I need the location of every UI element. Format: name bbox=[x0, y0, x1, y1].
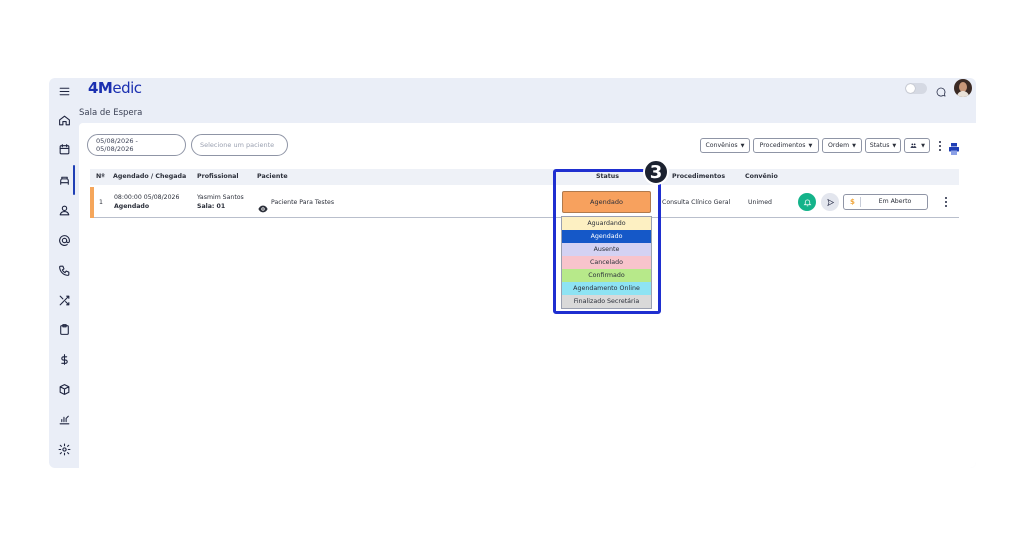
row-insurance: Unimed bbox=[748, 199, 772, 206]
header-profissional[interactable]: Profissional bbox=[197, 173, 239, 180]
home-icon[interactable] bbox=[55, 111, 73, 129]
toggle-knob bbox=[906, 84, 915, 93]
more-options-icon[interactable] bbox=[937, 140, 943, 152]
sidebar bbox=[49, 78, 79, 468]
header-procedimentos[interactable]: Procedimentos bbox=[672, 173, 725, 180]
logo-rest-text: edic bbox=[112, 79, 142, 97]
chevron-down-icon: ▼ bbox=[921, 142, 925, 149]
logo-bold-text: 4M bbox=[88, 79, 113, 97]
date-range-picker[interactable]: 05/08/2026 - 05/08/2026 bbox=[87, 134, 186, 156]
convenios-label: Convênios bbox=[705, 142, 738, 149]
eye-icon[interactable] bbox=[258, 198, 268, 213]
settings-icon[interactable] bbox=[55, 440, 73, 458]
ordem-label: Ordem bbox=[828, 142, 850, 149]
row-time: 08:00:00 05/08/2026 bbox=[114, 194, 180, 201]
row-more-options-icon[interactable] bbox=[943, 196, 949, 208]
breadcrumb: Sala de Espera bbox=[79, 108, 143, 118]
status-filter-button[interactable]: Status ▼ bbox=[865, 138, 901, 153]
avatar-body bbox=[957, 91, 969, 97]
header-paciente[interactable]: Paciente bbox=[257, 173, 288, 180]
header-agendado[interactable]: Agendado / Chegada bbox=[113, 173, 186, 180]
send-button[interactable] bbox=[821, 193, 839, 211]
tutorial-highlight-box bbox=[553, 169, 661, 314]
payment-separator bbox=[860, 197, 861, 207]
bell-icon bbox=[803, 199, 811, 206]
chevron-down-icon: ▼ bbox=[808, 142, 813, 149]
patient-icon[interactable] bbox=[55, 201, 73, 219]
table-row[interactable]: 1 08:00:00 05/08/2026 Agendado Yasmim Sa… bbox=[90, 187, 959, 218]
row-procedure: Consulta Clínico Geral bbox=[662, 199, 731, 206]
email-icon[interactable] bbox=[55, 231, 73, 249]
header-convenio[interactable]: Convênio bbox=[745, 173, 778, 180]
menu-icon[interactable] bbox=[55, 82, 73, 100]
table-header: Nº Agendado / Chegada Profissional Pacie… bbox=[90, 169, 959, 185]
top-bar: 4Medic bbox=[79, 78, 976, 100]
row-professional: Yasmim Santos bbox=[197, 194, 244, 201]
payment-status-box[interactable]: $ Em Aberto bbox=[843, 194, 928, 210]
header-num: Nº bbox=[96, 173, 105, 180]
row-status-accent bbox=[90, 187, 94, 218]
app-frame: 4Medic Sala de Espera bbox=[49, 78, 976, 468]
payment-status-label: Em Aberto bbox=[878, 198, 912, 205]
procedimentos-label: Procedimentos bbox=[759, 142, 806, 149]
sidebar-active-indicator bbox=[73, 165, 75, 195]
app-logo[interactable]: 4Medic bbox=[88, 79, 142, 97]
chart-icon[interactable] bbox=[55, 410, 73, 428]
chevron-down-icon: ▼ bbox=[892, 142, 897, 149]
clipboard-icon[interactable] bbox=[55, 320, 73, 338]
chat-icon[interactable] bbox=[935, 83, 947, 97]
phone-icon[interactable] bbox=[55, 261, 73, 279]
ordem-filter-button[interactable]: Ordem ▼ bbox=[822, 138, 862, 153]
users-icon bbox=[910, 143, 917, 148]
calendar-icon[interactable] bbox=[55, 140, 73, 158]
theme-toggle[interactable] bbox=[905, 83, 927, 94]
step-number-badge: 3 bbox=[643, 159, 669, 185]
status-label: Status bbox=[869, 142, 890, 149]
waiting-room-icon[interactable] bbox=[55, 171, 73, 189]
user-avatar[interactable] bbox=[954, 79, 972, 97]
shuffle-icon[interactable] bbox=[55, 291, 73, 309]
chevron-down-icon: ▼ bbox=[852, 142, 856, 149]
row-room: Sala: 01 bbox=[197, 203, 226, 210]
convenios-filter-button[interactable]: Convênios ▼ bbox=[700, 138, 750, 153]
dollar-icon[interactable] bbox=[55, 350, 73, 368]
send-icon bbox=[826, 198, 834, 206]
print-icon[interactable] bbox=[949, 140, 959, 155]
dollar-icon: $ bbox=[850, 198, 855, 206]
row-state: Agendado bbox=[114, 203, 150, 210]
row-patient[interactable]: Paciente Para Testes bbox=[271, 199, 334, 206]
procedimentos-filter-button[interactable]: Procedimentos ▼ bbox=[753, 138, 819, 153]
chevron-down-icon: ▼ bbox=[740, 142, 745, 149]
notify-bell-button[interactable] bbox=[798, 193, 816, 211]
group-filter-button[interactable]: ▼ bbox=[904, 138, 930, 153]
package-icon[interactable] bbox=[55, 380, 73, 398]
patient-select[interactable]: Selecione um paciente bbox=[191, 134, 288, 156]
row-num: 1 bbox=[99, 199, 103, 206]
